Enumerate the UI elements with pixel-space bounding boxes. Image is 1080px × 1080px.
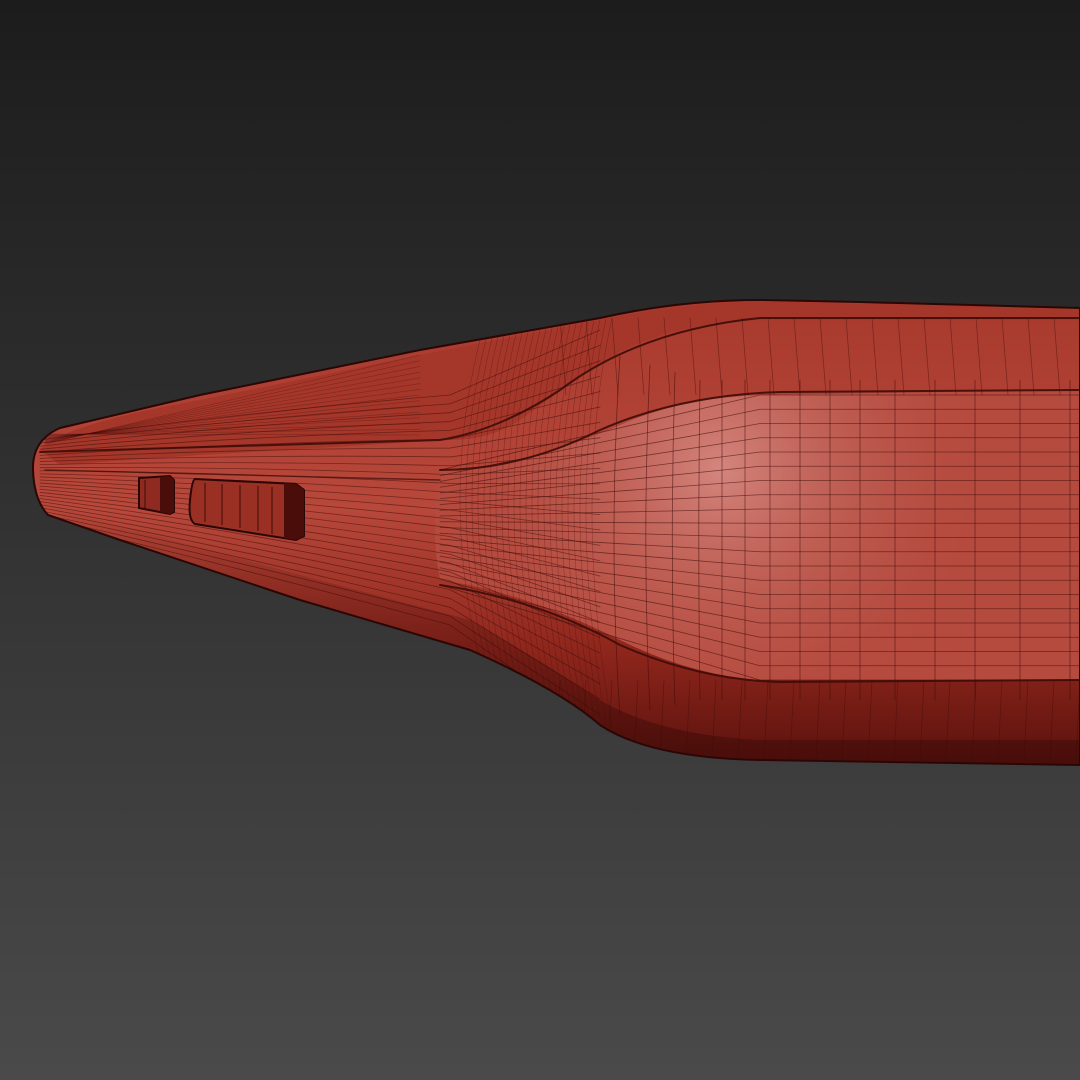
3d-viewport	[0, 0, 1080, 1080]
side-button-small	[138, 474, 175, 516]
viewport-canvas	[0, 0, 1080, 1080]
